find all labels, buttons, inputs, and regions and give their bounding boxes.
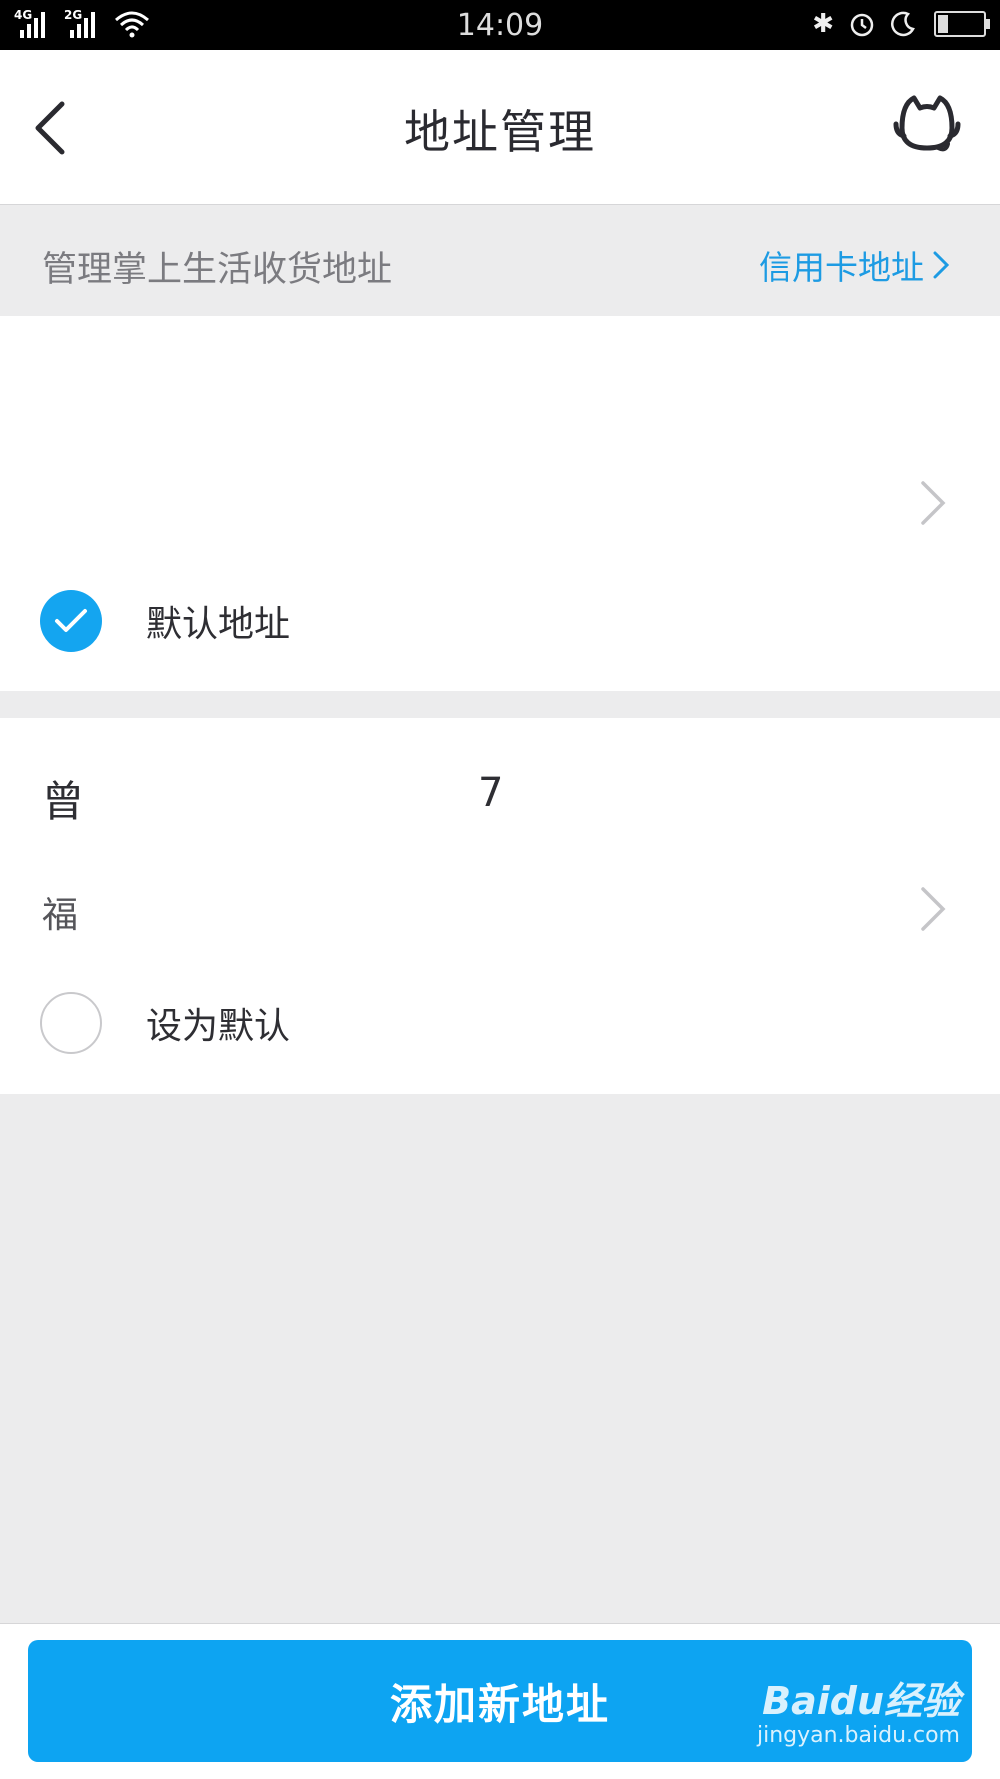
status-icons: ✱ bbox=[812, 9, 990, 39]
chevron-right-icon bbox=[921, 481, 946, 525]
default-address-toggle[interactable]: 默认地址 bbox=[40, 590, 290, 652]
set-default-toggle[interactable]: 设为默认 bbox=[40, 992, 290, 1054]
checkmark-circle-icon bbox=[40, 590, 102, 652]
nav-bar: 地址管理 bbox=[0, 50, 1000, 205]
recipient-address: 福 bbox=[42, 895, 79, 936]
watermark-url: jingyan.baidu.com bbox=[756, 1723, 960, 1748]
recipient-phone: 7 bbox=[478, 770, 504, 816]
page-title: 地址管理 bbox=[404, 105, 596, 159]
watermark-brand: Baidu经验 bbox=[762, 1679, 960, 1723]
recipient-name: 曾 bbox=[42, 777, 85, 826]
alarm-icon bbox=[850, 13, 874, 37]
status-bar: 4G 2G 14:09 ✱ bbox=[0, 0, 1000, 50]
bluetooth-icon: ✱ bbox=[812, 9, 834, 39]
address-subheader: 管理掌上生活收货地址 信用卡地址 bbox=[0, 205, 1000, 316]
credit-card-address-link[interactable]: 信用卡地址 bbox=[759, 241, 950, 289]
customer-service-icon[interactable] bbox=[892, 90, 962, 160]
empty-circle-icon bbox=[40, 992, 102, 1054]
do-not-disturb-moon-icon bbox=[891, 11, 915, 37]
baidu-jingyan-watermark: Baidu经验 jingyan.baidu.com bbox=[757, 1670, 960, 1748]
add-new-address-label: 添加新地址 bbox=[389, 1679, 610, 1729]
set-default-label: 设为默认 bbox=[146, 1006, 291, 1047]
credit-card-address-label: 信用卡地址 bbox=[759, 248, 924, 287]
default-address-label: 默认地址 bbox=[146, 604, 291, 645]
battery-icon bbox=[934, 11, 990, 37]
chevron-right-icon bbox=[921, 887, 946, 931]
chevron-right-icon bbox=[933, 251, 950, 279]
subheader-description: 管理掌上生活收货地址 bbox=[42, 250, 393, 290]
